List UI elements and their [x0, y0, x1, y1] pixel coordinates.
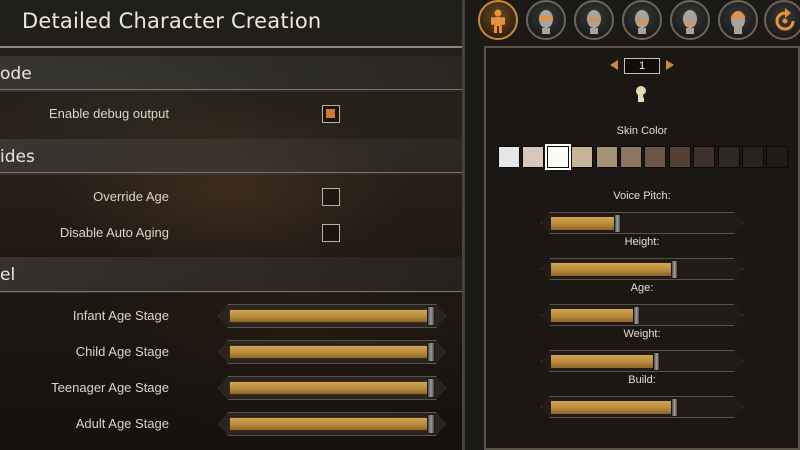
slider-knob[interactable] [427, 306, 435, 326]
slider-knob[interactable] [653, 352, 660, 371]
slider-knob[interactable] [427, 342, 435, 362]
infant-age-stage-slider[interactable] [218, 304, 446, 328]
voice-pitch-slider[interactable] [541, 212, 743, 234]
adult-age-stage-label: Adult Age Stage [75, 416, 169, 431]
head-icon [587, 10, 601, 34]
skin-color-swatch[interactable] [644, 146, 667, 168]
head-button-2[interactable] [574, 0, 614, 40]
slider-fill [551, 263, 671, 276]
head-icon [635, 10, 649, 34]
full-body-button[interactable] [478, 0, 518, 40]
adult-age-stage-slider[interactable] [218, 412, 446, 436]
skin-color-swatch[interactable] [766, 146, 789, 168]
disable-auto-aging-label: Disable Auto Aging [59, 225, 169, 240]
slider-fill [551, 355, 653, 368]
skin-color-swatch[interactable] [620, 146, 642, 168]
section-divider [0, 89, 462, 90]
section-heading-level: el [0, 265, 16, 285]
section-heading-overrides: ides [0, 147, 35, 167]
head-icon [683, 10, 697, 34]
override-age-label: Override Age [93, 189, 169, 204]
age-label: Age: [630, 282, 654, 294]
gender-icon[interactable] [633, 84, 653, 104]
randomize-button[interactable] [764, 0, 800, 40]
previous-arrow-icon[interactable] [610, 60, 618, 70]
skin-color-swatch[interactable] [668, 146, 691, 168]
slider-fill [229, 417, 431, 431]
section-divider [0, 172, 462, 173]
section-heading-debug: ode [0, 64, 32, 84]
skin-color-swatch[interactable] [717, 146, 740, 168]
head-icon [731, 11, 745, 34]
skin-color-label: Skin Color [616, 125, 668, 137]
slider-fill [551, 401, 671, 414]
refresh-icon [775, 8, 795, 31]
slider-knob[interactable] [671, 398, 678, 417]
enable-debug-label: Enable debug output [49, 106, 169, 121]
skin-color-swatch[interactable] [544, 144, 571, 170]
skin-color-swatch[interactable] [693, 146, 716, 168]
section-divider [0, 291, 462, 292]
override-age-checkbox[interactable] [322, 188, 340, 206]
section-band-overrides [0, 139, 462, 175]
disable-auto-aging-checkbox[interactable] [322, 224, 340, 242]
slider-knob[interactable] [427, 414, 435, 434]
build-slider[interactable] [541, 396, 743, 418]
teenager-age-stage-slider[interactable] [218, 376, 446, 400]
voice-pitch-label: Voice Pitch: [613, 190, 671, 202]
infant-age-stage-label: Infant Age Stage [72, 308, 169, 323]
slider-knob[interactable] [633, 306, 640, 325]
head-button-3[interactable] [622, 0, 662, 40]
head-button-4[interactable] [670, 0, 710, 40]
next-arrow-icon[interactable] [666, 60, 674, 70]
section-band-debug [0, 56, 462, 92]
preset-number: 1 [624, 58, 660, 74]
slider-fill [229, 309, 431, 323]
title-divider [0, 46, 462, 48]
head-icon [539, 10, 553, 34]
skin-color-swatch[interactable] [595, 146, 618, 168]
head-button-1[interactable] [526, 0, 566, 40]
weight-label: Weight: [623, 328, 661, 340]
age-slider[interactable] [541, 304, 743, 326]
child-age-stage-label: Child Age Stage [75, 344, 169, 359]
character-panel-body [484, 46, 800, 450]
head-button-5[interactable] [718, 0, 758, 40]
teenager-age-stage-label: Teenager Age Stage [51, 380, 169, 395]
slider-fill [229, 381, 431, 395]
slider-knob[interactable] [614, 214, 621, 233]
skin-color-swatch[interactable] [498, 146, 520, 168]
height-slider[interactable] [541, 258, 743, 280]
enable-debug-checkbox[interactable] [322, 105, 340, 123]
build-label: Build: [628, 374, 656, 386]
slider-knob[interactable] [671, 260, 678, 279]
section-band-level [0, 257, 462, 293]
full-body-icon [491, 9, 505, 33]
skin-color-swatch[interactable] [742, 146, 764, 168]
slider-fill [229, 345, 431, 359]
skin-color-swatch[interactable] [571, 146, 594, 168]
height-label: Height: [624, 236, 660, 248]
skin-color-swatch[interactable] [522, 146, 545, 168]
slider-fill [551, 217, 614, 230]
slider-fill [551, 309, 633, 322]
page-title: Detailed Character Creation [22, 9, 322, 33]
child-age-stage-slider[interactable] [218, 340, 446, 364]
weight-slider[interactable] [541, 350, 743, 372]
slider-knob[interactable] [427, 378, 435, 398]
